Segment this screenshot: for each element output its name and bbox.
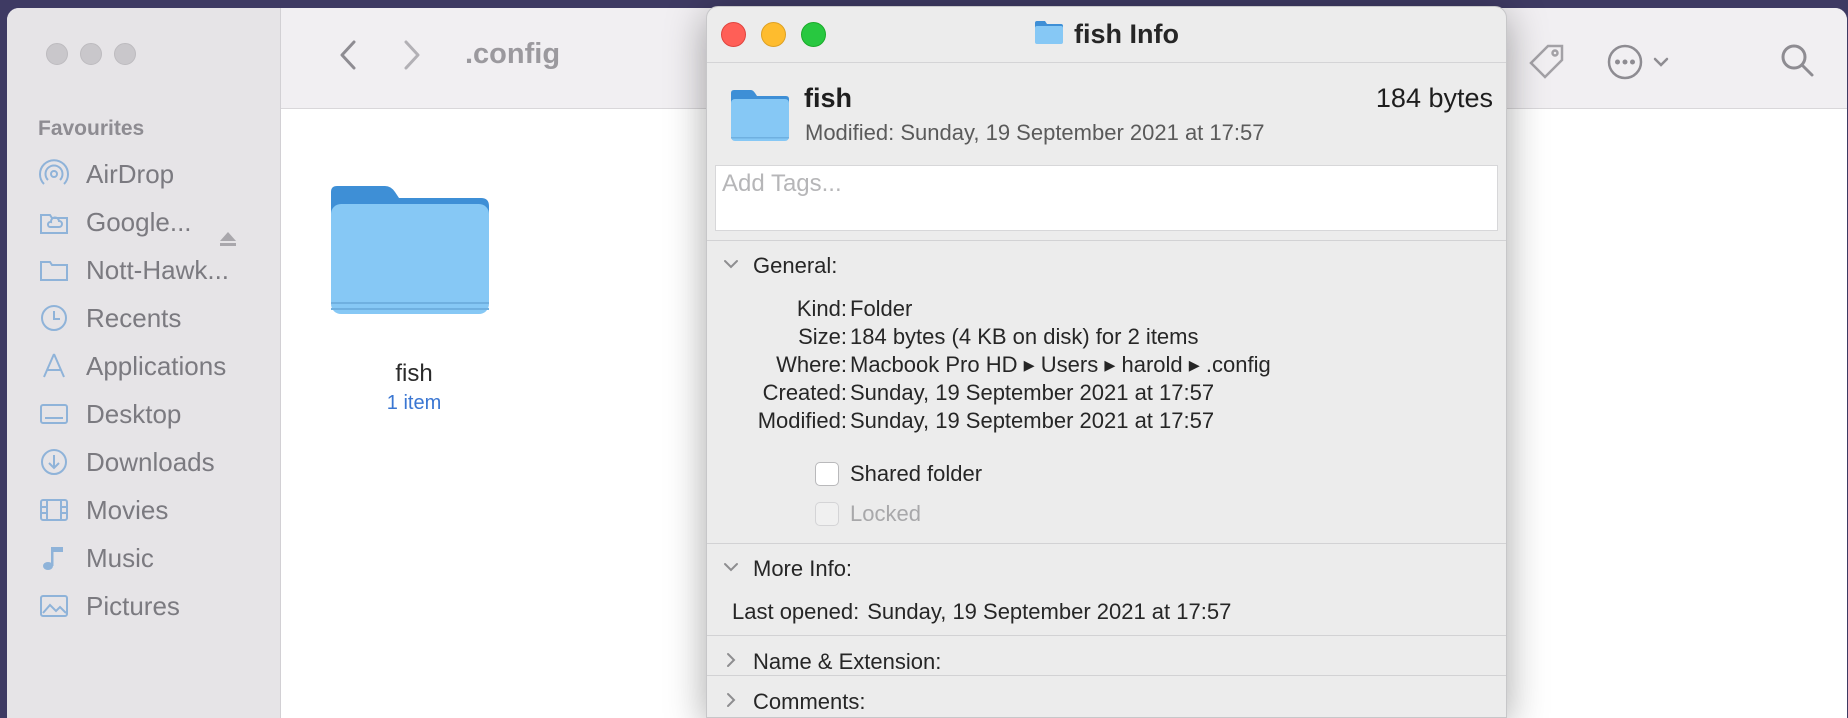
section-name-extension-header[interactable]: Name & Extension:	[723, 647, 941, 677]
info-value: Folder	[850, 296, 913, 321]
sidebar: Favourites AirDrop Google... Nott-Hawk..…	[7, 8, 281, 718]
info-key: Kind:	[796, 296, 847, 321]
info-key: Created:	[762, 380, 847, 405]
section-comments-header[interactable]: Comments:	[723, 687, 865, 717]
minimize-button-inactive[interactable]	[80, 43, 102, 65]
info-key: Size:	[798, 324, 847, 349]
chevron-down-icon	[723, 560, 739, 578]
sidebar-item-applications[interactable]: Applications	[39, 346, 226, 386]
chevron-down-icon	[723, 257, 739, 275]
sidebar-item-label: Downloads	[86, 446, 215, 477]
info-row-modified: Modified: Sunday, 19 September 2021 at 1…	[707, 408, 1506, 436]
item-name: fish	[804, 83, 853, 113]
photo-icon	[39, 591, 69, 621]
item-size-summary: 184 bytes	[1375, 83, 1493, 113]
info-row-kind: Kind: Folder	[707, 296, 1506, 324]
clock-icon	[39, 303, 69, 333]
film-icon	[39, 495, 69, 525]
shared-folder-checkbox-row[interactable]: Shared folder	[815, 461, 982, 487]
divider	[707, 240, 1506, 241]
zoom-button-inactive[interactable]	[114, 43, 136, 65]
sidebar-item-nott-hawk[interactable]: Nott-Hawk...	[39, 250, 229, 290]
info-value: Macbook Pro HD ▸ Users ▸ harold ▸ .confi…	[850, 352, 1271, 377]
section-general-header[interactable]: General:	[723, 251, 837, 281]
forward-chevron-icon[interactable]	[395, 38, 429, 72]
info-row-last-opened: Last opened: Sunday, 19 September 2021 at…	[732, 599, 1231, 625]
desktop-icon	[39, 399, 69, 429]
info-row-size: Size: 184 bytes (4 KB on disk) for 2 ite…	[707, 324, 1506, 352]
divider	[707, 635, 1506, 636]
locked-checkbox	[815, 502, 839, 526]
chevron-right-icon	[723, 692, 739, 713]
search-icon[interactable]	[1775, 38, 1819, 82]
music-note-icon	[39, 543, 69, 573]
download-icon	[39, 447, 69, 477]
info-window-title: fish Info	[1074, 19, 1179, 49]
sidebar-item-label: Recents	[86, 302, 182, 333]
applications-icon	[39, 351, 69, 381]
info-key: Modified:	[757, 408, 847, 433]
sidebar-item-label: Google...	[86, 206, 192, 237]
sidebar-item-google-drive[interactable]: Google...	[39, 202, 192, 242]
tags-field[interactable]	[715, 165, 1498, 231]
info-value: Sunday, 19 September 2021 at 17:57	[850, 408, 1215, 433]
folder-icon	[1034, 19, 1064, 50]
divider	[707, 675, 1506, 676]
sidebar-item-pictures[interactable]: Pictures	[39, 586, 180, 626]
divider	[707, 543, 1506, 544]
sidebar-item-movies[interactable]: Movies	[39, 490, 168, 530]
more-actions-icon[interactable]	[1605, 40, 1683, 84]
folder-icon-large	[729, 87, 791, 148]
tags-input[interactable]	[716, 166, 1497, 230]
item-modified-summary: Modified: Sunday, 19 September 2021 at 1…	[805, 120, 1265, 145]
sidebar-item-desktop[interactable]: Desktop	[39, 394, 181, 434]
folder-icon	[327, 186, 493, 322]
info-window: fish Info fish 184 bytes Modified: Sunda…	[706, 6, 1507, 718]
sidebar-item-recents[interactable]: Recents	[39, 298, 181, 338]
locked-label: Locked	[850, 501, 921, 526]
sidebar-item-downloads[interactable]: Downloads	[39, 442, 215, 482]
sidebar-item-label: Movies	[86, 494, 169, 525]
info-value: Sunday, 19 September 2021 at 17:57	[867, 599, 1232, 624]
section-more-info-header[interactable]: More Info:	[723, 554, 852, 584]
close-button-inactive[interactable]	[46, 43, 68, 65]
cloud-drive-icon	[39, 207, 69, 237]
info-titlebar: fish Info	[707, 7, 1506, 63]
tag-icon[interactable]	[1525, 40, 1569, 84]
shared-folder-label: Shared folder	[850, 461, 983, 486]
locked-checkbox-row: Locked	[815, 501, 921, 527]
section-label: General:	[753, 253, 838, 278]
sidebar-item-label: Music	[86, 542, 154, 573]
folder-item-fish[interactable]	[325, 178, 495, 323]
section-label: More Info:	[753, 556, 853, 581]
info-value: 184 bytes (4 KB on disk) for 2 items	[850, 324, 1199, 349]
back-chevron-icon[interactable]	[331, 38, 365, 72]
sidebar-item-music[interactable]: Music	[39, 538, 154, 578]
sidebar-item-label: Desktop	[86, 398, 182, 429]
sidebar-item-label: Pictures	[86, 590, 180, 621]
info-value: Sunday, 19 September 2021 at 17:57	[850, 380, 1215, 405]
sidebar-section-favourites: Favourites	[38, 117, 145, 140]
info-key: Where:	[776, 352, 847, 377]
info-key: Last opened:	[732, 599, 860, 624]
sidebar-item-label: AirDrop	[86, 158, 175, 189]
folder-name: fish	[395, 360, 433, 387]
folder-item-count: 1 item	[386, 392, 442, 414]
chevron-right-icon	[723, 652, 739, 673]
path-title: .config	[465, 38, 561, 70]
info-row-created: Created: Sunday, 19 September 2021 at 17…	[707, 380, 1506, 408]
sidebar-item-label: Nott-Hawk...	[86, 254, 230, 285]
info-row-where: Where: Macbook Pro HD ▸ Users ▸ harold ▸…	[707, 352, 1506, 380]
airdrop-icon	[39, 159, 69, 189]
sidebar-item-airdrop[interactable]: AirDrop	[39, 154, 174, 194]
shared-folder-checkbox[interactable]	[815, 462, 839, 486]
section-label: Comments:	[753, 689, 866, 714]
folder-icon	[39, 255, 69, 285]
sidebar-item-label: Applications	[86, 350, 227, 381]
section-label: Name & Extension:	[753, 649, 942, 674]
